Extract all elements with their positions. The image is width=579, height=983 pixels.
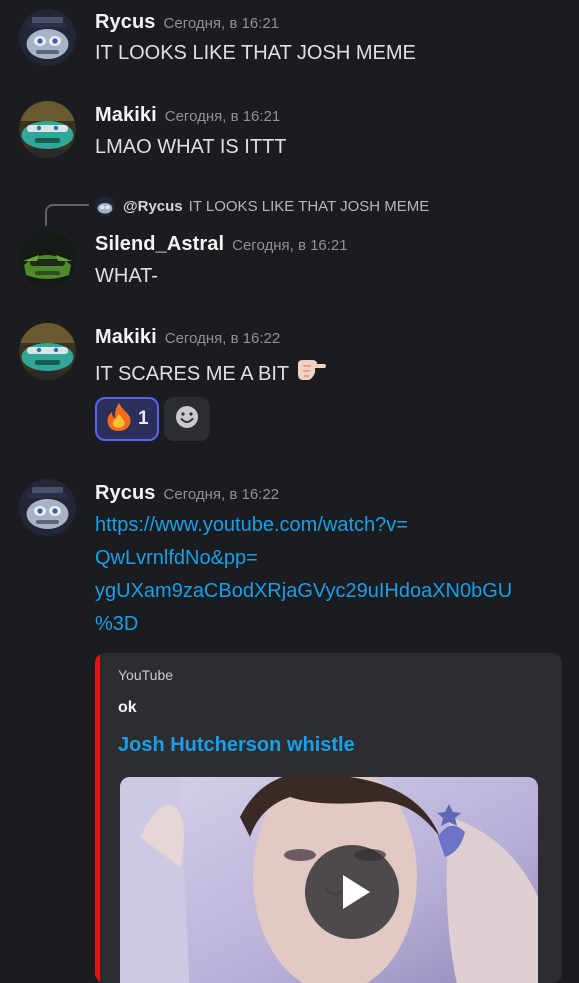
smile-icon	[174, 404, 200, 435]
embed-provider[interactable]: YouTube	[118, 667, 173, 683]
timestamp: Сегодня, в 16:21	[163, 15, 280, 32]
reply-connector	[45, 204, 89, 226]
message-text: WHAT-	[95, 265, 158, 287]
reply-username[interactable]: @Rycus	[123, 198, 183, 215]
embed-author[interactable]: ok	[118, 699, 137, 717]
reply-avatar	[95, 196, 115, 216]
link-line: ygUXam9zaCBodXRjaGVyc29uIHdoaXN0bGU	[95, 580, 513, 602]
add-reaction-button[interactable]	[164, 397, 210, 441]
timestamp: Сегодня, в 16:21	[232, 237, 348, 254]
link-line: %3D	[95, 613, 139, 635]
play-icon	[343, 875, 370, 909]
link-line: https://www.youtube.com/watch?v=	[95, 514, 408, 536]
reply-text: IT LOOKS LIKE THAT JOSH MEME	[188, 197, 430, 215]
message-text: IT LOOKS LIKE THAT JOSH MEME	[95, 42, 416, 64]
avatar-rycus[interactable]	[19, 479, 76, 536]
youtube-embed: YouTube ok Josh Hutcherson whistle	[95, 653, 562, 983]
username[interactable]: Silend_Astral	[95, 233, 224, 255]
link-line: QwLvrnlfdNo&pp=	[95, 547, 258, 569]
avatar-silend-astral[interactable]	[19, 231, 76, 288]
avatar-makiki[interactable]	[19, 323, 76, 380]
message-text: IT SCARES ME A BIT	[95, 362, 290, 385]
message-text-row: IT SCARES ME A BIT	[95, 358, 327, 390]
timestamp: Сегодня, в 16:21	[164, 108, 281, 125]
avatar-makiki[interactable]	[19, 101, 76, 158]
username[interactable]: Makiki	[95, 104, 157, 126]
username[interactable]: Rycus	[95, 11, 156, 33]
reaction-fire[interactable]: 1	[95, 397, 159, 441]
username[interactable]: Makiki	[95, 326, 157, 348]
embed-accent-bar	[95, 653, 100, 983]
reply-reference[interactable]: @Rycus IT LOOKS LIKE THAT JOSH MEME	[95, 195, 429, 217]
reaction-count: 1	[138, 408, 149, 429]
video-thumbnail[interactable]	[120, 777, 538, 983]
message-text: LMAO WHAT IS ITTT	[95, 136, 287, 158]
avatar-rycus[interactable]	[19, 9, 76, 66]
embed-title[interactable]: Josh Hutcherson whistle	[118, 734, 355, 757]
play-button[interactable]	[305, 845, 399, 939]
fire-icon	[105, 402, 133, 437]
timestamp: Сегодня, в 16:22	[164, 330, 281, 347]
username[interactable]: Rycus	[95, 482, 156, 504]
timestamp: Сегодня, в 16:22	[163, 486, 280, 503]
youtube-link[interactable]: https://www.youtube.com/watch?v= QwLvrnl…	[95, 509, 565, 641]
pointing-hand-icon	[295, 358, 327, 390]
